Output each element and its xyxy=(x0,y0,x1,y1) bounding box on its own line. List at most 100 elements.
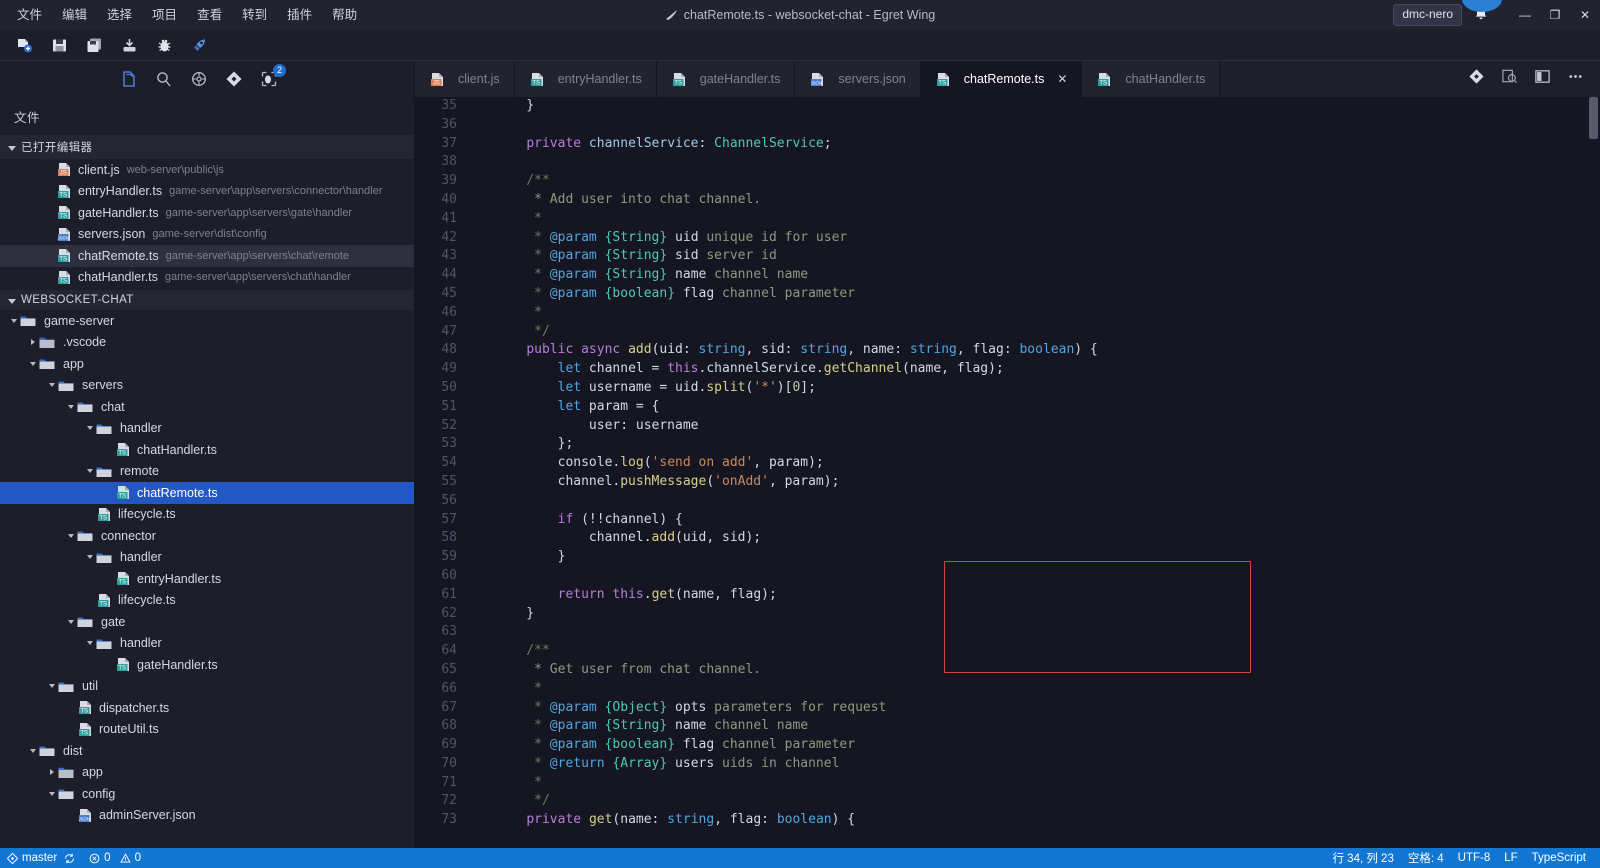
tree-folder[interactable]: handler xyxy=(0,418,414,440)
tree-folder[interactable]: dist xyxy=(0,740,414,762)
editor-tab[interactable]: TS chatHandler.ts xyxy=(1082,61,1221,97)
line-number: 67 xyxy=(441,699,457,715)
toolbar-save-all[interactable] xyxy=(78,32,111,59)
editor-action-source-control[interactable] xyxy=(1468,68,1485,90)
line-number: 52 xyxy=(441,417,457,433)
chevron-right-icon[interactable] xyxy=(46,769,58,776)
menu-view[interactable]: 查看 xyxy=(188,5,231,26)
tree-folder[interactable]: config xyxy=(0,783,414,805)
title-bar: 文件 编辑 选择 项目 查看 转到 插件 帮助 chatRemote.ts - … xyxy=(0,0,1600,30)
status-indentation[interactable]: 空格: 4 xyxy=(1401,848,1451,868)
editor-tab[interactable]: JS client.js xyxy=(415,61,515,97)
status-errors[interactable]: 0 0 xyxy=(82,848,148,868)
tree-folder[interactable]: connector xyxy=(0,525,414,547)
editor-tab[interactable]: TS entryHandler.ts xyxy=(514,61,657,97)
open-editors-header[interactable]: 已打开编辑器 xyxy=(0,135,414,159)
code-editor[interactable]: 35 } 36 37 private channelService: Channel… xyxy=(415,97,1600,848)
close-icon[interactable]: ✕ xyxy=(1057,72,1067,86)
tree-folder-label: handler xyxy=(120,421,162,436)
chevron-down-icon[interactable] xyxy=(46,684,58,689)
tree-file[interactable]: TS dispatcher.ts xyxy=(0,697,414,719)
line-text: channel.pushMessage('onAdd', param); xyxy=(495,473,840,489)
open-editor-item[interactable]: TS gateHandler.ts game-server\app\servers\… xyxy=(0,202,414,224)
tree-folder[interactable]: handler xyxy=(0,633,414,655)
open-editor-item[interactable]: TS chatHandler.ts game-server\app\servers\… xyxy=(0,267,414,289)
tree-file[interactable]: TS chatRemote.ts xyxy=(0,482,414,504)
activity-extensions[interactable] xyxy=(188,68,210,90)
status-branch[interactable]: master xyxy=(0,848,82,868)
chevron-down-icon[interactable] xyxy=(8,318,20,323)
editor-tab[interactable]: TS gateHandler.ts xyxy=(656,61,796,97)
toolbar-save[interactable] xyxy=(43,32,76,59)
chevron-down-icon[interactable] xyxy=(84,641,96,646)
tree-file[interactable]: JSON adminServer.json xyxy=(0,805,414,827)
tree-folder[interactable]: servers xyxy=(0,375,414,397)
close-button[interactable]: ✕ xyxy=(1570,0,1600,30)
tree-folder[interactable]: app xyxy=(0,353,414,375)
status-encoding[interactable]: UTF-8 xyxy=(1451,848,1498,868)
open-editor-item[interactable]: JS client.js web-server\public\js xyxy=(0,159,414,181)
toolbar-debug[interactable] xyxy=(148,32,181,59)
tree-folder[interactable]: remote xyxy=(0,461,414,483)
menu-help[interactable]: 帮助 xyxy=(323,5,366,26)
status-cursor-position[interactable]: 行 34, 列 23 xyxy=(1325,848,1400,868)
tree-folder[interactable]: app xyxy=(0,762,414,784)
tree-file[interactable]: TS gateHandler.ts xyxy=(0,654,414,676)
minimize-button[interactable]: — xyxy=(1510,0,1540,30)
chevron-down-icon[interactable] xyxy=(84,555,96,560)
toolbar-new-file[interactable] xyxy=(8,32,41,59)
status-language-mode[interactable]: TypeScript xyxy=(1525,848,1600,868)
tree-file[interactable]: TS routeUtil.ts xyxy=(0,719,414,741)
tree-file[interactable]: TS lifecycle.ts xyxy=(0,504,414,526)
tree-folder[interactable]: .vscode xyxy=(0,332,414,354)
activity-explorer[interactable] xyxy=(118,68,140,90)
tree-folder[interactable]: handler xyxy=(0,547,414,569)
user-chip[interactable]: dmc-nero xyxy=(1393,4,1462,26)
chevron-down-icon[interactable] xyxy=(27,748,39,753)
maximize-button[interactable]: ❐ xyxy=(1540,0,1570,30)
menu-plugins[interactable]: 插件 xyxy=(278,5,321,26)
menu-edit[interactable]: 编辑 xyxy=(53,5,96,26)
tree-folder-label: dist xyxy=(63,743,83,758)
chevron-down-icon[interactable] xyxy=(65,404,77,409)
chevron-down-icon[interactable] xyxy=(84,426,96,431)
editor-tab[interactable]: TS chatRemote.ts ✕ xyxy=(920,61,1083,97)
status-eol[interactable]: LF xyxy=(1497,848,1524,868)
menu-file[interactable]: 文件 xyxy=(8,5,51,26)
editor-scrollbar[interactable] xyxy=(1589,97,1598,139)
chevron-down-icon[interactable] xyxy=(46,791,58,796)
toolbar-run[interactable] xyxy=(183,32,216,59)
open-editor-item[interactable]: TS entryHandler.ts game-server\app\servers… xyxy=(0,181,414,203)
tree-folder[interactable]: gate xyxy=(0,611,414,633)
chevron-down-icon[interactable] xyxy=(65,619,77,624)
chevron-down-icon[interactable] xyxy=(46,383,58,388)
menu-project[interactable]: 项目 xyxy=(143,5,186,26)
tree-folder[interactable]: game-server xyxy=(0,310,414,332)
line-number: 68 xyxy=(441,718,457,734)
svg-text:TS: TS xyxy=(99,601,107,607)
sync-icon xyxy=(65,853,75,863)
chevron-down-icon[interactable] xyxy=(27,361,39,366)
chevron-down-icon[interactable] xyxy=(84,469,96,474)
activity-debug[interactable]: 2 xyxy=(258,64,286,90)
open-editor-item[interactable]: TS chatRemote.ts game-server\app\servers\c… xyxy=(0,245,414,267)
line-number: 59 xyxy=(441,549,457,565)
tree-file[interactable]: TS chatHandler.ts xyxy=(0,439,414,461)
chevron-down-icon[interactable] xyxy=(65,533,77,538)
open-editor-item[interactable]: JSON servers.json game-server\dist\config xyxy=(0,224,414,246)
editor-action-preview[interactable] xyxy=(1501,68,1518,90)
tree-file[interactable]: TS entryHandler.ts xyxy=(0,568,414,590)
tree-folder[interactable]: chat xyxy=(0,396,414,418)
tree-folder[interactable]: util xyxy=(0,676,414,698)
workspace-header[interactable]: WEBSOCKET-CHAT xyxy=(0,290,414,310)
editor-action-more[interactable] xyxy=(1567,68,1584,90)
menu-goto[interactable]: 转到 xyxy=(233,5,276,26)
editor-action-split[interactable] xyxy=(1534,68,1551,90)
activity-source-control[interactable] xyxy=(223,68,245,90)
tree-file[interactable]: TS lifecycle.ts xyxy=(0,590,414,612)
toolbar-publish[interactable] xyxy=(113,32,146,59)
editor-tab[interactable]: JSON servers.json xyxy=(795,61,921,97)
menu-selection[interactable]: 选择 xyxy=(98,5,141,26)
chevron-right-icon[interactable] xyxy=(27,339,39,346)
activity-search[interactable] xyxy=(153,68,175,90)
